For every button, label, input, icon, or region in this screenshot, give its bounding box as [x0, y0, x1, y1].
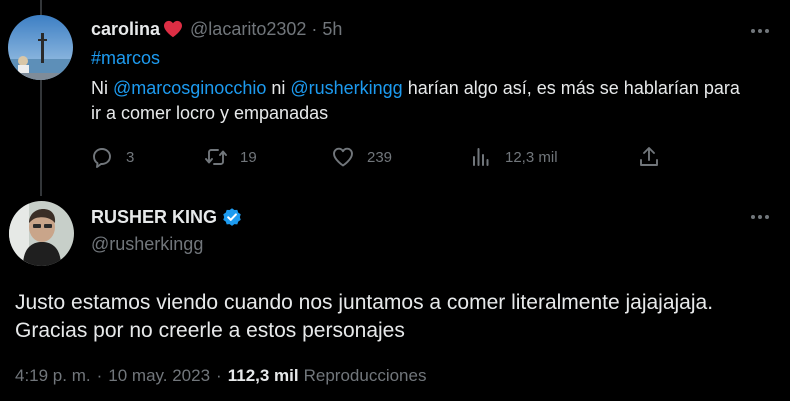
meta-separator: ·	[216, 366, 222, 385]
share-button[interactable]	[637, 144, 673, 170]
reply-author-handle[interactable]: @lacarito2302	[190, 19, 306, 40]
more-icon[interactable]	[751, 29, 769, 33]
reply-timestamp[interactable]: 5h	[322, 19, 342, 40]
mention-link-marcosginocchio[interactable]: @marcosginocchio	[113, 78, 266, 98]
main-views-label: Reproducciones	[303, 366, 427, 385]
main-tweet-date[interactable]: 10 may. 2023	[108, 366, 210, 386]
like-icon	[333, 147, 353, 167]
reply-tweet-text: Ni @marcosginocchio ni @rusherkingg harí…	[91, 76, 751, 126]
retweet-count: 19	[240, 148, 257, 166]
retweet-icon	[205, 149, 227, 165]
main-tweet-header: RUSHER KING	[91, 206, 243, 228]
reply-button[interactable]: 3	[90, 144, 134, 170]
views-button[interactable]: 12,3 mil	[469, 144, 558, 170]
mention-link-rusherkingg[interactable]: @rusherkingg	[290, 78, 402, 98]
main-views-count: 112,3 mil	[227, 366, 299, 385]
main-tweet-time[interactable]: 4:19 p. m.	[15, 366, 91, 386]
header-separator: ·	[311, 18, 318, 39]
avatar-carolina[interactable]	[8, 15, 73, 80]
hashtag-link[interactable]: #marcos	[91, 48, 160, 69]
main-author-handle[interactable]: @rusherkingg	[91, 234, 203, 255]
avatar-rusher-king[interactable]	[9, 201, 74, 266]
reply-icon	[93, 148, 111, 168]
main-tweet-text: Justo estamos viendo cuando nos juntamos…	[15, 291, 714, 342]
meta-separator: ·	[96, 366, 103, 385]
share-icon	[640, 147, 658, 166]
verified-icon	[223, 208, 241, 226]
reply-tweet-header: carolina @lacarito2302 · 5h	[91, 17, 342, 41]
reply-tweet-actions: 3 19 239 12,3 mil	[0, 144, 790, 170]
reply-text-part2: ni	[266, 78, 291, 98]
heart-emoji-icon	[164, 20, 183, 38]
reply-count: 3	[126, 148, 135, 166]
reply-text-part1: Ni	[91, 78, 113, 98]
like-count: 239	[367, 148, 393, 166]
views-count: 12,3 mil	[505, 148, 558, 166]
like-button[interactable]: 239	[331, 144, 392, 170]
main-tweet-meta: 4:19 p. m. · 10 may. 2023 · 112,3 mil Re…	[15, 366, 426, 386]
reply-author-name[interactable]: carolina	[91, 19, 160, 40]
retweet-button[interactable]: 19	[204, 144, 257, 170]
views-icon	[473, 148, 489, 166]
more-icon[interactable]	[751, 215, 769, 219]
main-author-name[interactable]: RUSHER KING	[91, 207, 217, 228]
